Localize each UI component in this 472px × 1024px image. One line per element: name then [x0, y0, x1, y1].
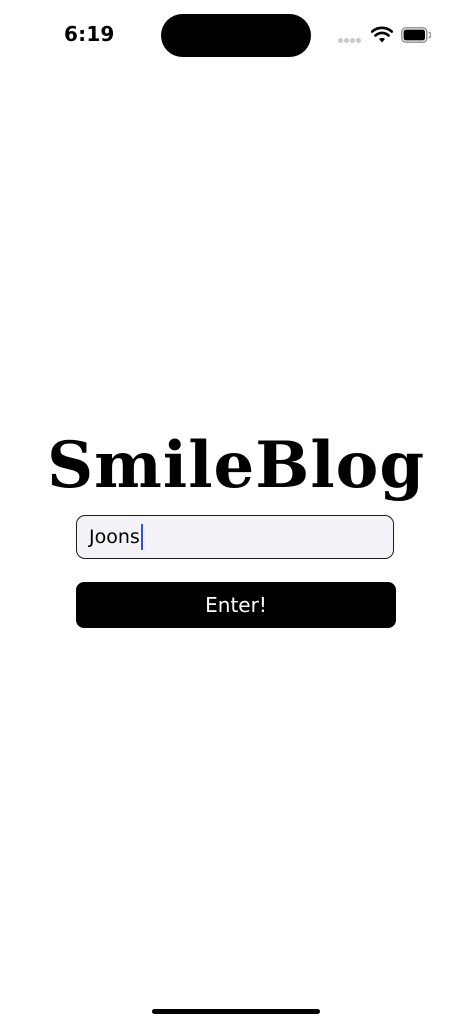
- app-title: SmileBlog: [46, 428, 426, 503]
- text-caret: [140, 524, 143, 550]
- name-input[interactable]: Joons: [76, 515, 394, 559]
- enter-button[interactable]: Enter!: [76, 582, 396, 628]
- signal-dots-icon: [338, 38, 362, 43]
- status-time: 6:19: [64, 22, 115, 46]
- enter-button-label: Enter!: [205, 593, 267, 617]
- battery-icon: [401, 27, 431, 43]
- status-icons: [338, 24, 438, 46]
- name-input-value: Joons: [89, 526, 140, 548]
- wifi-icon: [371, 26, 393, 43]
- home-indicator[interactable]: [152, 1009, 320, 1014]
- dynamic-island: [161, 14, 311, 57]
